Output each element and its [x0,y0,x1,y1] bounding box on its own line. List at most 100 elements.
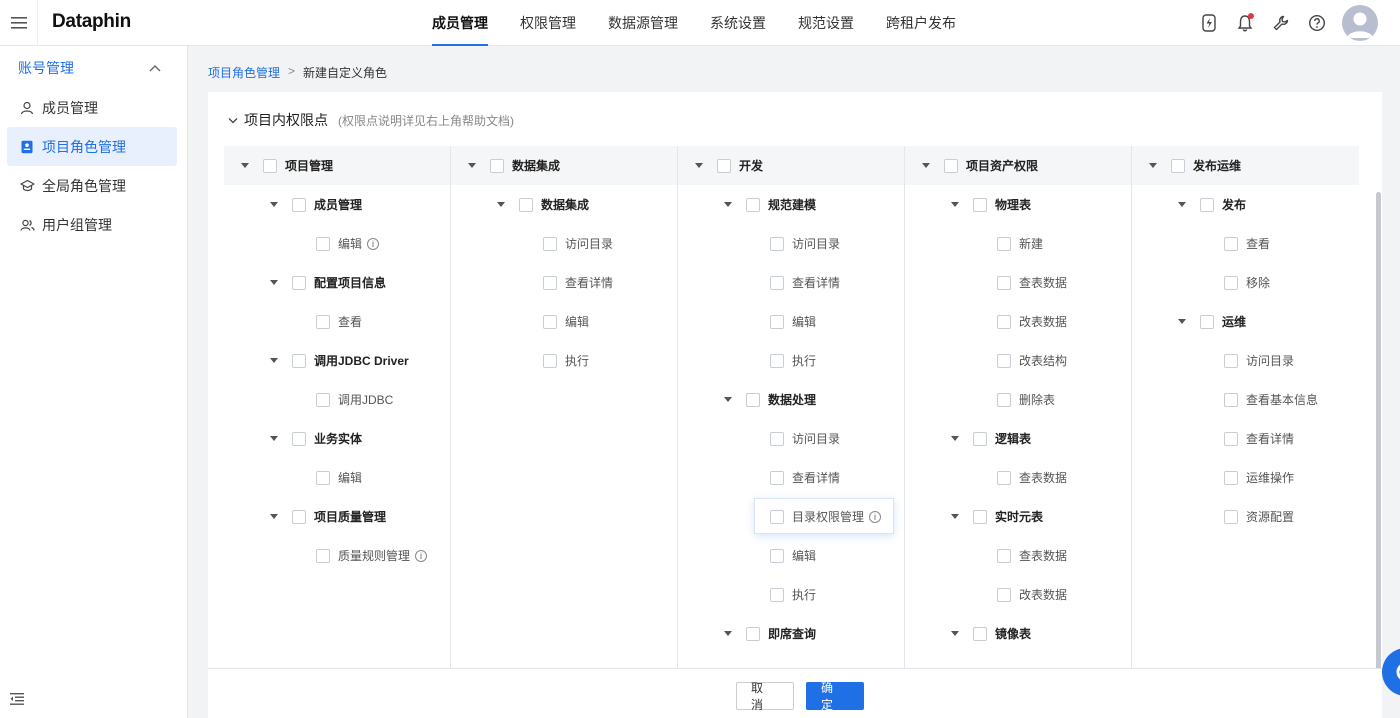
checkbox[interactable] [543,275,557,290]
checkbox[interactable] [997,353,1011,368]
permission-group[interactable]: 数据集成 [451,185,677,224]
checkbox[interactable] [292,431,306,446]
permission-group[interactable]: 调用JDBC Driver [224,341,450,380]
checkbox[interactable] [1224,431,1238,446]
permission-group[interactable]: 实时元表 [905,497,1131,536]
checkbox[interactable] [770,314,784,329]
checkbox[interactable] [263,158,277,173]
checkbox[interactable] [770,548,784,563]
caret-down-icon[interactable] [951,436,959,441]
permission-group[interactable]: 物理表 [905,185,1131,224]
permission-item[interactable]: 删除表 [905,380,1131,419]
checkbox[interactable] [1224,236,1238,251]
sidebar-item[interactable]: 全局角色管理 [7,166,177,205]
permission-group[interactable]: 成员管理 [224,185,450,224]
permission-item[interactable]: 改表结构 [905,341,1131,380]
checkbox[interactable] [770,509,784,524]
caret-down-icon[interactable] [270,514,278,519]
permission-item[interactable]: 查看基本信息 [1132,380,1359,419]
lightning-icon[interactable] [1198,12,1220,34]
app-logo[interactable]: Dataphin [52,11,131,33]
checkbox[interactable] [770,275,784,290]
checkbox[interactable] [746,197,760,212]
permission-item[interactable]: 查看详情 [1132,419,1359,458]
breadcrumb-parent[interactable]: 项目角色管理 [208,64,280,81]
sidebar-item[interactable]: 用户组管理 [7,205,177,244]
caret-down-icon[interactable] [951,514,959,519]
checkbox[interactable] [997,314,1011,329]
checkbox[interactable] [997,392,1011,407]
permission-item[interactable]: 编辑 [678,536,904,575]
permission-group[interactable]: 配置项目信息 [224,263,450,302]
vertical-scrollbar[interactable] [1376,192,1381,672]
checkbox[interactable] [316,314,330,329]
checkbox[interactable] [746,626,760,641]
confirm-button[interactable]: 确定 [806,681,864,712]
caret-down-icon[interactable] [695,163,703,168]
checkbox[interactable] [1171,158,1185,173]
permission-item[interactable]: 访问目录 [678,419,904,458]
permission-item[interactable]: 访问目录 [678,224,904,263]
checkbox[interactable] [519,197,533,212]
checkbox[interactable] [543,314,557,329]
caret-down-icon[interactable] [951,631,959,636]
permission-item[interactable]: 执行 [451,341,677,380]
checkbox[interactable] [997,470,1011,485]
permission-group[interactable]: 镜像表 [905,614,1131,653]
caret-down-icon[interactable] [724,397,732,402]
checkbox[interactable] [973,431,987,446]
caret-down-icon[interactable] [724,202,732,207]
checkbox[interactable] [292,197,306,212]
checkbox[interactable] [973,626,987,641]
permission-item[interactable]: 编辑 [451,302,677,341]
wrench-icon[interactable] [1270,12,1292,34]
checkbox[interactable] [746,392,760,407]
nav-tab[interactable]: 系统设置 [694,0,782,46]
permission-item[interactable]: 访问目录 [1132,341,1359,380]
checkbox[interactable] [316,392,330,407]
checkbox[interactable] [973,509,987,524]
permission-group[interactable]: 发布 [1132,185,1359,224]
sidebar-group-account[interactable]: 账号管理 [0,48,187,88]
collapse-sidebar-icon[interactable] [10,693,24,708]
checkbox[interactable] [997,275,1011,290]
caret-down-icon[interactable] [922,163,930,168]
avatar[interactable] [1342,5,1378,41]
caret-down-icon[interactable] [724,631,732,636]
permission-group[interactable]: 即席查询 [678,614,904,653]
info-icon[interactable]: i [415,549,428,562]
permission-group[interactable]: 规范建模 [678,185,904,224]
caret-down-icon[interactable] [951,202,959,207]
cancel-button[interactable]: 取消 [736,681,794,712]
checkbox[interactable] [292,509,306,524]
caret-down-icon[interactable] [497,202,505,207]
permission-item[interactable]: 移除 [1132,263,1359,302]
permission-item[interactable]: 查表数据 [905,536,1131,575]
permission-item[interactable]: 执行 [678,575,904,614]
info-icon[interactable]: i [367,237,380,250]
checkbox[interactable] [1224,353,1238,368]
help-icon[interactable] [1306,12,1328,34]
checkbox[interactable] [490,158,504,173]
checkbox[interactable] [1224,275,1238,290]
checkbox[interactable] [316,236,330,251]
nav-tab[interactable]: 跨租户发布 [870,0,972,46]
checkbox[interactable] [973,197,987,212]
nav-tab[interactable]: 数据源管理 [592,0,694,46]
permission-item[interactable]: 目录权限管理 i [678,497,904,536]
checkbox[interactable] [997,587,1011,602]
permission-item[interactable]: 查看 [1132,224,1359,263]
nav-tab[interactable]: 规范设置 [782,0,870,46]
permission-group[interactable]: 业务实体 [224,419,450,458]
checkbox[interactable] [1224,392,1238,407]
floating-help-button[interactable] [1382,648,1400,696]
caret-down-icon[interactable] [270,358,278,363]
permission-item[interactable]: 资源配置 [1132,497,1359,536]
permission-item[interactable]: 调用JDBC [224,380,450,419]
permission-item[interactable]: 新建 [905,224,1131,263]
permission-group[interactable]: 运维 [1132,302,1359,341]
permission-item[interactable]: 执行 [678,341,904,380]
menu-icon[interactable] [0,0,38,46]
nav-tab[interactable]: 权限管理 [504,0,592,46]
permission-item[interactable]: 编辑 [224,458,450,497]
